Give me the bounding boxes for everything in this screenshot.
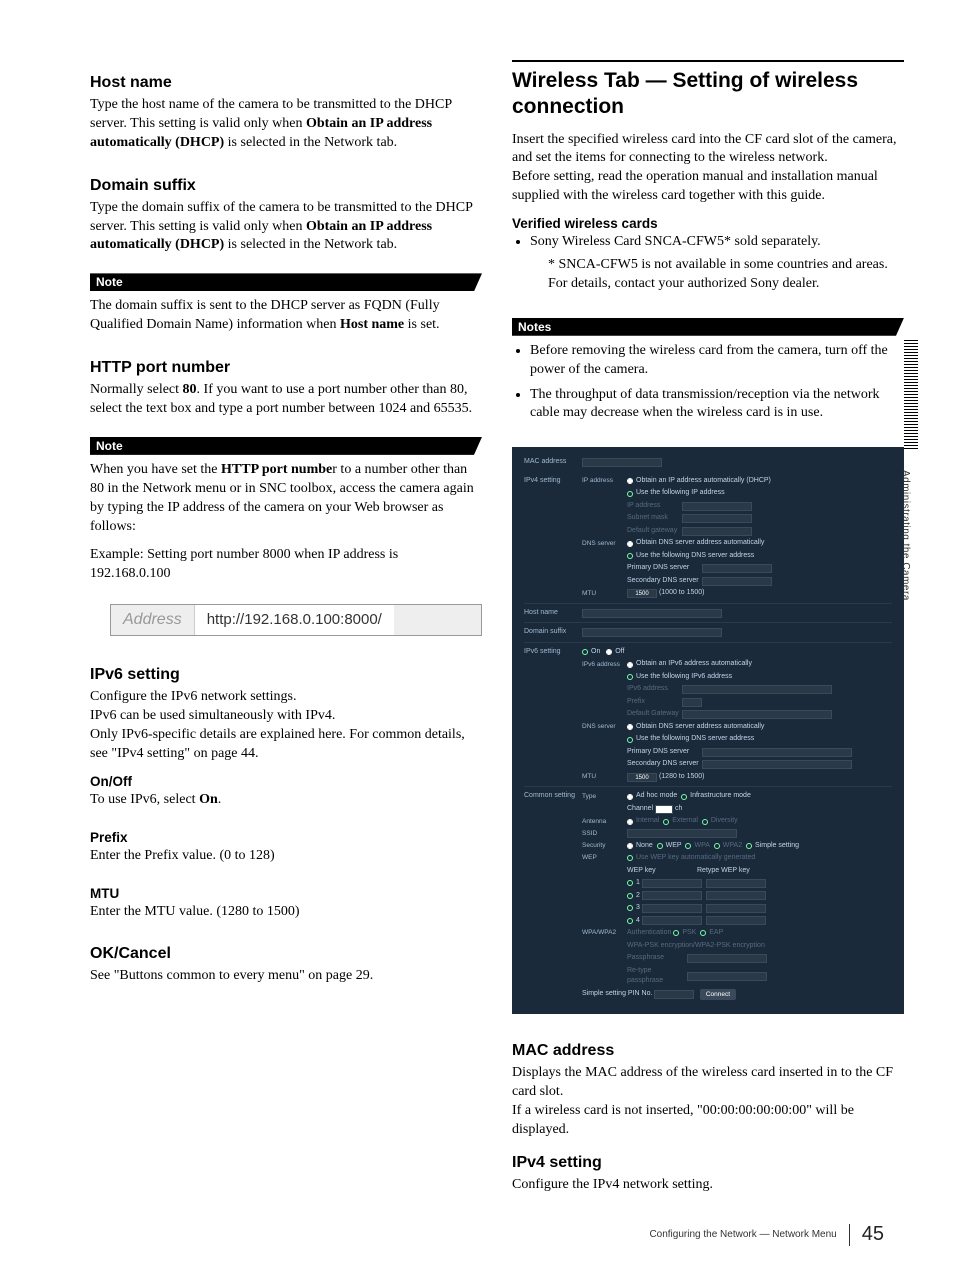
side-tab-lines-icon bbox=[904, 340, 918, 450]
ipv4-setting-heading: IPv4 setting bbox=[512, 1154, 904, 1172]
domain-suffix-note: The domain suffix is sent to the DHCP se… bbox=[90, 297, 482, 335]
prefix-body: Enter the Prefix value. (0 to 128) bbox=[90, 847, 482, 866]
ok-cancel-heading: OK/Cancel bbox=[90, 945, 482, 963]
verified-cards-heading: Verified wireless cards bbox=[512, 216, 904, 231]
ok-cancel-body: See "Buttons common to every menu" on pa… bbox=[90, 967, 482, 986]
footer-text: Configuring the Network — Network Menu bbox=[649, 1229, 836, 1240]
mac-address-heading: MAC address bbox=[512, 1042, 904, 1060]
ipv4-setting-body: Configure the IPv4 network setting. bbox=[512, 1176, 904, 1195]
wireless-tab-title: Wireless Tab — Setting of wireless conne… bbox=[512, 60, 904, 121]
note-label: Note bbox=[90, 437, 482, 455]
verified-footnote: * SNCA-CFW5 is not available in some cou… bbox=[548, 256, 904, 294]
http-port-heading: HTTP port number bbox=[90, 359, 482, 377]
side-tab-label: Administrating the Camera bbox=[900, 470, 911, 601]
domain-suffix-body: Type the domain suffix of the camera to … bbox=[90, 199, 482, 256]
list-item: The throughput of data transmission/rece… bbox=[530, 386, 904, 424]
address-label: Address bbox=[111, 605, 195, 635]
onoff-heading: On/Off bbox=[90, 774, 482, 789]
ipv6-heading: IPv6 setting bbox=[90, 666, 482, 684]
note-label: Note bbox=[90, 273, 482, 291]
page-number: 45 bbox=[862, 1223, 884, 1246]
right-column: Wireless Tab — Setting of wireless conne… bbox=[512, 60, 904, 1234]
http-port-example: Example: Setting port number 8000 when I… bbox=[90, 546, 482, 584]
onoff-body: To use IPv6, select On. bbox=[90, 791, 482, 810]
http-port-note: When you have set the HTTP port number t… bbox=[90, 461, 482, 537]
side-tab: Administrating the Camera bbox=[898, 340, 918, 900]
notes-list: Before removing the wireless card from t… bbox=[512, 342, 904, 430]
list-item: Before removing the wireless card from t… bbox=[530, 342, 904, 380]
address-url: http://192.168.0.100:8000/ bbox=[195, 605, 394, 635]
left-column: Host name Type the host name of the came… bbox=[90, 60, 482, 1234]
mtu-heading: MTU bbox=[90, 886, 482, 901]
ipv6-body: Configure the IPv6 network settings. IPv… bbox=[90, 688, 482, 764]
notes-label: Notes bbox=[512, 318, 904, 336]
address-bar-screenshot: Address http://192.168.0.100:8000/ bbox=[110, 604, 482, 636]
http-port-body: Normally select 80. If you want to use a… bbox=[90, 381, 482, 419]
domain-suffix-heading: Domain suffix bbox=[90, 177, 482, 195]
verified-cards-list: Sony Wireless Card SNCA-CFW5* sold separ… bbox=[512, 233, 904, 300]
hostname-heading: Host name bbox=[90, 74, 482, 92]
prefix-heading: Prefix bbox=[90, 830, 482, 845]
wireless-settings-screenshot: MAC address IPv4 settingIP addressObtain… bbox=[512, 447, 904, 1014]
mtu-body: Enter the MTU value. (1280 to 1500) bbox=[90, 903, 482, 922]
mac-address-body: Displays the MAC address of the wireless… bbox=[512, 1064, 904, 1140]
page-footer: Configuring the Network — Network Menu 4… bbox=[649, 1223, 884, 1246]
hostname-body: Type the host name of the camera to be t… bbox=[90, 96, 482, 153]
list-item: Sony Wireless Card SNCA-CFW5* sold separ… bbox=[530, 233, 904, 294]
wireless-intro: Insert the specified wireless card into … bbox=[512, 131, 904, 207]
footer-separator bbox=[849, 1224, 850, 1246]
